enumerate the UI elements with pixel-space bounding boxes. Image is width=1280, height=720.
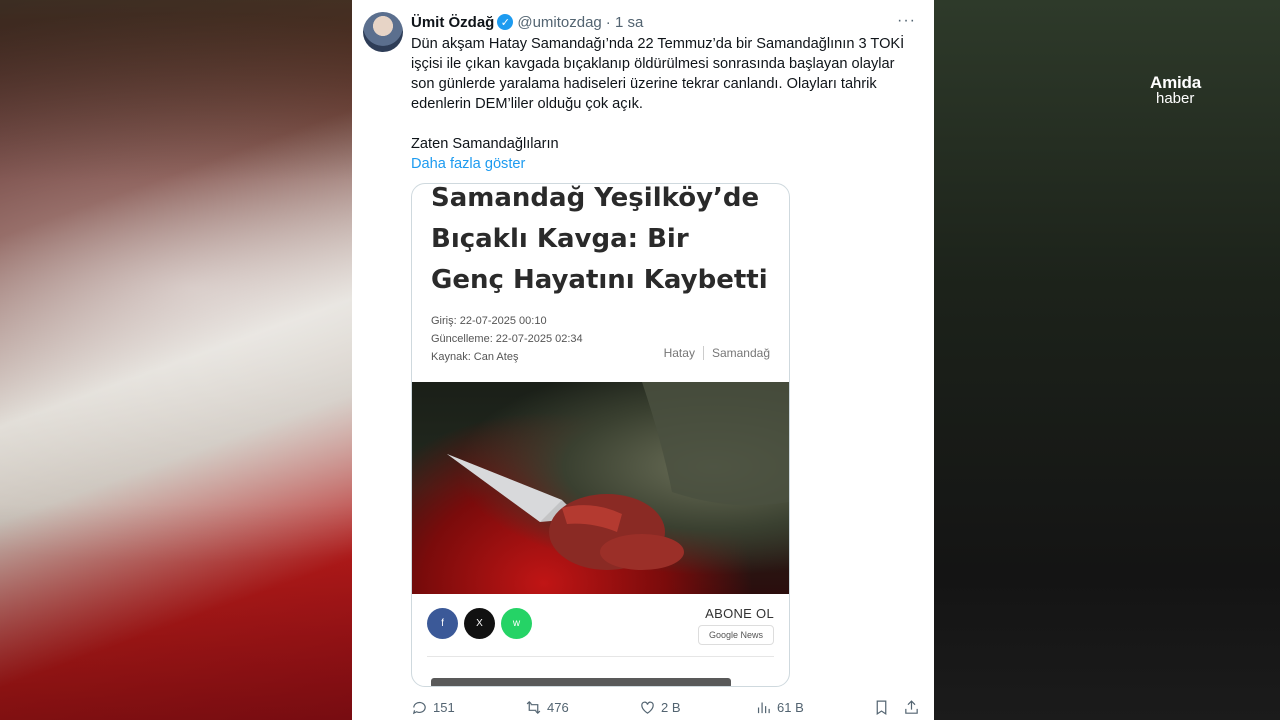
headline-line: Genç Hayatını Kaybetti [431,265,768,295]
background-right-dark [934,0,1280,720]
entry-date: Giriş: 22-07-2025 00:10 [431,315,547,327]
divider [427,656,774,657]
like-button[interactable]: 2 B [639,699,755,716]
article-categories: Hatay Samandağ [664,346,770,360]
facebook-icon[interactable]: f [427,608,458,639]
views-button[interactable]: 61 B [755,699,873,716]
tweet-text-paragraph-2: Zaten Samandağlıların [411,136,559,152]
headline-line: Bıçaklı Kavga: Bir [431,224,689,254]
subscribe-label[interactable]: ABONE OL [705,606,774,621]
views-count: 61 B [777,699,804,715]
reply-button[interactable]: 151 [411,699,525,716]
repost-button[interactable]: 476 [525,699,639,716]
category-hatay: Hatay [663,346,695,360]
repost-icon [526,700,541,714]
tweet-text-line: son günlerde yaralama hadiseleri üzerine… [411,76,877,92]
amida-haber-logo: Amida haber [1150,74,1201,106]
knife-photo [412,382,789,594]
logo-line-1: Amida [1150,73,1201,92]
category-samandag: Samandağ [711,346,770,360]
tweet-card: Ümit Özdağ ✓ @umitozdag · 1 sa ··· Dün a… [352,0,934,720]
author-name[interactable]: Ümit Özdağ [411,14,494,31]
views-icon [757,702,770,713]
tweet-actions-bar: 151 476 2 B 61 B [411,697,921,717]
category-divider [702,346,704,360]
tweet-text-line: Dün akşam Hatay Samandağı’nda 22 Temmuz’… [411,36,905,52]
repost-count: 476 [547,699,569,715]
show-more-link[interactable]: Daha fazla göster [411,154,916,174]
like-count: 2 B [661,699,681,715]
updated-date: Güncelleme: 22-07-2025 02:34 [431,333,583,345]
share-button[interactable] [903,699,920,716]
x-icon[interactable]: X [464,608,495,639]
tweet-text-line: edenlerin DEM’liler olduğu çok açık. [411,96,643,112]
attached-article-image[interactable]: Samandağ Yeşilköy’de Bıçaklı Kavga: Bir … [411,183,790,687]
more-options-icon[interactable]: ··· [897,12,916,30]
headline-line: Samandağ Yeşilköy’de [431,183,760,213]
author-handle[interactable]: @umitozdag [517,14,601,31]
truncated-article-text [431,678,731,686]
tweet-text: Dün akşam Hatay Samandağı’nda 22 Temmuz’… [411,34,916,174]
tweet-time[interactable]: · 1 sa [606,14,644,31]
share-icon [905,699,918,714]
logo-line-2: haber [1156,90,1195,107]
bookmark-button[interactable] [873,699,903,716]
article-headline: Samandağ Yeşilköy’de Bıçaklı Kavga: Bir … [431,183,781,301]
background-left-shade [0,0,352,720]
verified-badge-icon: ✓ [497,14,514,30]
heart-icon [641,701,654,714]
knife-illustration [447,382,789,570]
article-meta: Giriş: 22-07-2025 00:10 Güncelleme: 22-0… [431,312,583,366]
whatsapp-icon[interactable]: w [501,608,532,639]
share-buttons: f X w [427,608,532,639]
bookmark-icon [876,700,887,715]
reply-icon [412,701,426,714]
google-news-button[interactable]: Google News [698,625,774,645]
reply-count: 151 [433,699,455,715]
tweet-text-line: işçisi ile çıkan kavgada bıçaklanıp öldü… [411,56,895,72]
avatar[interactable] [363,12,403,52]
tweet-header: Ümit Özdağ ✓ @umitozdag · 1 sa [411,12,643,32]
article-source: Kaynak: Can Ateş [431,351,519,363]
